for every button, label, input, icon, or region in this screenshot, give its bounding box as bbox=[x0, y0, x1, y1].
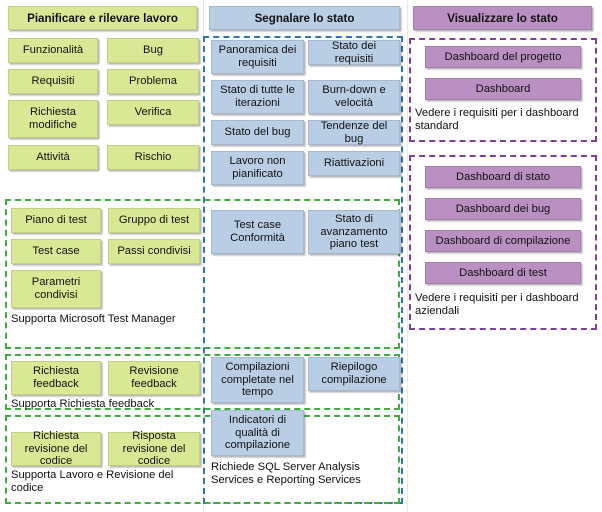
node-bug[interactable]: Bug bbox=[107, 38, 199, 63]
column-header-plan: Pianificare e rilevare lavoro bbox=[8, 6, 197, 30]
column-separator-2 bbox=[407, 0, 408, 512]
note-enterprise-dashboards: Vedere i requisiti per i dashboard azien… bbox=[415, 292, 579, 318]
node-dashboard[interactable]: Dashboard bbox=[425, 78, 581, 100]
node-indicatori-qualita[interactable]: Indicatori di qualità di compilazione bbox=[211, 410, 304, 456]
note-standard-dashboards: Vedere i requisiti per i dashboard stand… bbox=[415, 107, 579, 133]
node-dashboard-stato[interactable]: Dashboard di stato bbox=[425, 166, 581, 188]
node-avanzamento-piano-test[interactable]: Stato di avanzamento piano test bbox=[308, 210, 400, 254]
node-verifica[interactable]: Verifica bbox=[107, 100, 199, 125]
note-test-manager: Supporta Microsoft Test Manager bbox=[11, 313, 176, 325]
node-parametri-condivisi[interactable]: Parametri condivisi bbox=[11, 270, 101, 308]
column-header-report-label: Segnalare lo stato bbox=[254, 11, 355, 25]
node-stato-requisiti[interactable]: Stato dei requisiti bbox=[308, 40, 400, 65]
node-test-case-conformita[interactable]: Test case Conformità bbox=[211, 210, 304, 254]
node-stato-bug[interactable]: Stato del bug bbox=[211, 120, 304, 145]
node-richiesta-modifiche[interactable]: Richiesta modifiche bbox=[8, 100, 98, 138]
note-build-reports: Richiede SQL Server Analysis Services e … bbox=[211, 461, 361, 487]
node-riepilogo-compilazione[interactable]: Riepilogo compilazione bbox=[308, 357, 400, 391]
node-riattivazioni[interactable]: Riattivazioni bbox=[308, 151, 400, 176]
node-panoramica-requisiti[interactable]: Panoramica dei requisiti bbox=[211, 40, 304, 74]
node-funzionalita[interactable]: Funzionalità bbox=[8, 38, 98, 63]
node-passi-condivisi[interactable]: Passi condivisi bbox=[108, 239, 200, 264]
node-stato-iterazioni[interactable]: Stato di tutte le iterazioni bbox=[211, 80, 304, 114]
note-code-review: Supporta Lavoro e Revisione del codice bbox=[11, 469, 174, 495]
column-header-report: Segnalare lo stato bbox=[209, 6, 400, 30]
node-rischio[interactable]: Rischio bbox=[107, 145, 199, 170]
column-header-visualize: Visualizzare lo stato bbox=[413, 6, 592, 30]
node-richiesta-feedback[interactable]: Richiesta feedback bbox=[11, 361, 101, 395]
node-dashboard-progetto[interactable]: Dashboard del progetto bbox=[425, 46, 581, 68]
node-test-case[interactable]: Test case bbox=[11, 239, 101, 264]
node-lavoro-non-pianificato[interactable]: Lavoro non pianificato bbox=[211, 151, 304, 185]
node-risposta-revisione-codice[interactable]: Risposta revisione del codice bbox=[108, 430, 200, 467]
node-dashboard-bug[interactable]: Dashboard dei bug bbox=[425, 198, 581, 220]
node-burndown-velocita[interactable]: Burn-down e velocità bbox=[308, 80, 400, 114]
column-header-visualize-label: Visualizzare lo stato bbox=[447, 11, 558, 25]
node-revisione-feedback[interactable]: Revisione feedback bbox=[108, 361, 200, 395]
note-feedback: Supporta Richiesta feedback bbox=[11, 398, 155, 410]
node-richiesta-revisione-codice[interactable]: Richiesta revisione del codice bbox=[11, 430, 101, 467]
node-dashboard-compilazione[interactable]: Dashboard di compilazione bbox=[425, 230, 581, 252]
node-problema[interactable]: Problema bbox=[107, 69, 199, 94]
node-gruppo-di-test[interactable]: Gruppo di test bbox=[108, 208, 200, 233]
node-requisiti[interactable]: Requisiti bbox=[8, 69, 98, 94]
diagram-canvas: Pianificare e rilevare lavoro Segnalare … bbox=[0, 0, 602, 512]
node-piano-di-test[interactable]: Piano di test bbox=[11, 208, 101, 233]
node-attivita[interactable]: Attività bbox=[8, 145, 98, 170]
column-header-plan-label: Pianificare e rilevare lavoro bbox=[27, 11, 178, 25]
node-tendenze-bug[interactable]: Tendenze del bug bbox=[308, 120, 400, 145]
node-compilazioni-completate[interactable]: Compilazioni completate nel tempo bbox=[211, 357, 304, 403]
node-dashboard-test[interactable]: Dashboard di test bbox=[425, 262, 581, 284]
